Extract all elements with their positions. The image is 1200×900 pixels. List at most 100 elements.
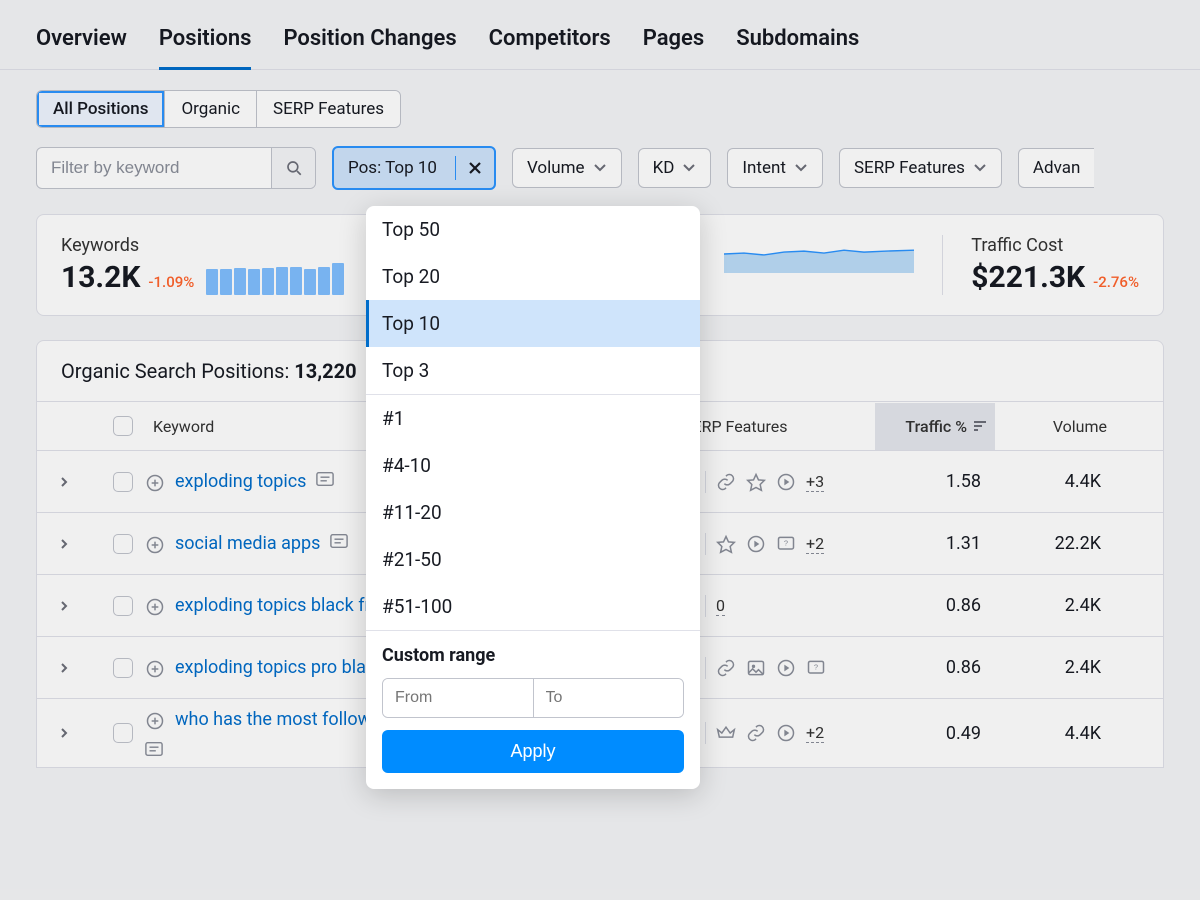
row-checkbox[interactable] [113,723,133,743]
serp-more-count[interactable]: +3 [806,472,824,492]
position-option[interactable]: Top 3 [366,347,700,394]
serp-more-count[interactable]: +2 [806,534,824,554]
traffic-percent: 1.58 [875,471,995,492]
position-option[interactable]: #4-10 [366,442,700,489]
snippet-icon [316,471,334,487]
add-keyword-button[interactable] [145,473,165,493]
filter-position[interactable]: Pos: Top 10 [332,146,496,190]
col-volume[interactable]: Volume [995,403,1115,450]
filter-kd[interactable]: KD [638,148,712,188]
position-option[interactable]: #11-20 [366,489,700,536]
snippet-icon-wrap[interactable] [145,741,163,757]
row-checkbox[interactable] [113,534,133,554]
filter-intent[interactable]: Intent [727,148,823,188]
row-checkbox[interactable] [113,472,133,492]
serp-more-count[interactable]: +2 [806,723,824,743]
nav-tabs: Overview Positions Position Changes Comp… [0,0,1200,70]
keyword-link[interactable]: exploding topics [175,471,306,492]
chevron-right-icon [59,661,69,675]
add-icon [145,711,165,731]
segment-all-positions[interactable]: All Positions [37,91,164,127]
position-filter-dropdown: Top 50Top 20Top 10Top 3 #1#4-10#11-20#21… [366,206,700,789]
row-expand[interactable] [37,726,101,740]
close-icon [468,161,482,175]
row-expand[interactable] [37,475,101,489]
filter-advanced[interactable]: Advan [1018,148,1094,188]
position-option[interactable]: Top 20 [366,253,700,300]
search-icon [285,159,303,177]
traffic-percent: 1.31 [875,533,995,554]
serp-features-cell: +3 [675,471,875,493]
custom-range-title: Custom range [382,645,684,666]
add-keyword-button[interactable] [145,597,165,617]
filter-bar: Pos: Top 10 Volume KD Intent SERP Featur… [0,128,1200,190]
tab-position-changes[interactable]: Position Changes [283,20,456,69]
star-icon [746,472,766,492]
serp-features-cell: ? +2 [675,533,875,555]
position-type-segments: All Positions Organic SERP Features [36,90,401,128]
link-icon [716,658,736,678]
tab-competitors[interactable]: Competitors [489,20,611,69]
snippet-icon-wrap[interactable] [330,533,348,549]
serp-more-count[interactable]: 0 [716,596,725,616]
position-option[interactable]: #21-50 [366,536,700,583]
card-traffic-cost-label: Traffic Cost [971,235,1139,256]
row-expand[interactable] [37,661,101,675]
row-expand[interactable] [37,599,101,613]
tab-subdomains[interactable]: Subdomains [736,20,859,69]
add-keyword-button[interactable] [145,535,165,555]
col-serp-features[interactable]: SERP Features [675,403,875,450]
segment-serp-features[interactable]: SERP Features [256,91,400,127]
add-icon [145,535,165,555]
segment-organic[interactable]: Organic [164,91,256,127]
add-keyword-button[interactable] [145,659,165,679]
row-checkbox[interactable] [113,596,133,616]
svg-text:?: ? [814,662,818,671]
keyword-link[interactable]: social media apps [175,533,320,554]
filter-volume[interactable]: Volume [512,148,622,188]
chevron-down-icon [593,163,607,173]
trend-sparkline [724,235,914,273]
keyword-search-input[interactable] [37,148,271,188]
sort-desc-icon [973,420,987,432]
select-all-checkbox[interactable] [113,416,133,436]
volume-value: 4.4K [995,471,1115,492]
position-option[interactable]: #1 [366,395,700,442]
filter-position-label: Pos: Top 10 [348,158,437,178]
position-option[interactable]: Top 10 [366,300,700,347]
custom-range-from[interactable] [383,679,534,717]
volume-value: 2.4K [995,595,1115,616]
position-option[interactable]: #51-100 [366,583,700,630]
filter-position-clear[interactable] [455,156,494,180]
play-icon [746,534,766,554]
message-icon: ? [806,658,826,678]
image-icon [746,658,766,678]
add-icon [145,659,165,679]
tab-positions[interactable]: Positions [159,20,252,69]
custom-range-to[interactable] [534,679,684,717]
custom-range-inputs [382,678,684,718]
snippet-icon-wrap[interactable] [316,471,334,487]
link-icon [746,723,766,743]
card-traffic-cost-value: $221.3K [971,260,1085,295]
add-keyword-button[interactable] [145,711,165,731]
apply-button[interactable]: Apply [382,730,684,773]
chevron-right-icon [59,537,69,551]
chevron-down-icon [682,163,696,173]
row-checkbox[interactable] [113,658,133,678]
snippet-icon [145,741,163,757]
tab-overview[interactable]: Overview [36,20,127,69]
volume-value: 2.4K [995,657,1115,678]
tab-pages[interactable]: Pages [643,20,704,69]
row-expand[interactable] [37,537,101,551]
col-traffic-percent[interactable]: Traffic % [875,403,995,450]
volume-value: 22.2K [995,533,1115,554]
position-option[interactable]: Top 50 [366,206,700,253]
card-keywords-value: 13.2K [61,260,140,295]
keyword-search-button[interactable] [271,148,315,188]
filter-serp-features[interactable]: SERP Features [839,148,1002,188]
svg-text:?: ? [784,538,788,547]
link-icon [716,472,736,492]
volume-value: 4.4K [995,723,1115,744]
play-icon [776,723,796,743]
